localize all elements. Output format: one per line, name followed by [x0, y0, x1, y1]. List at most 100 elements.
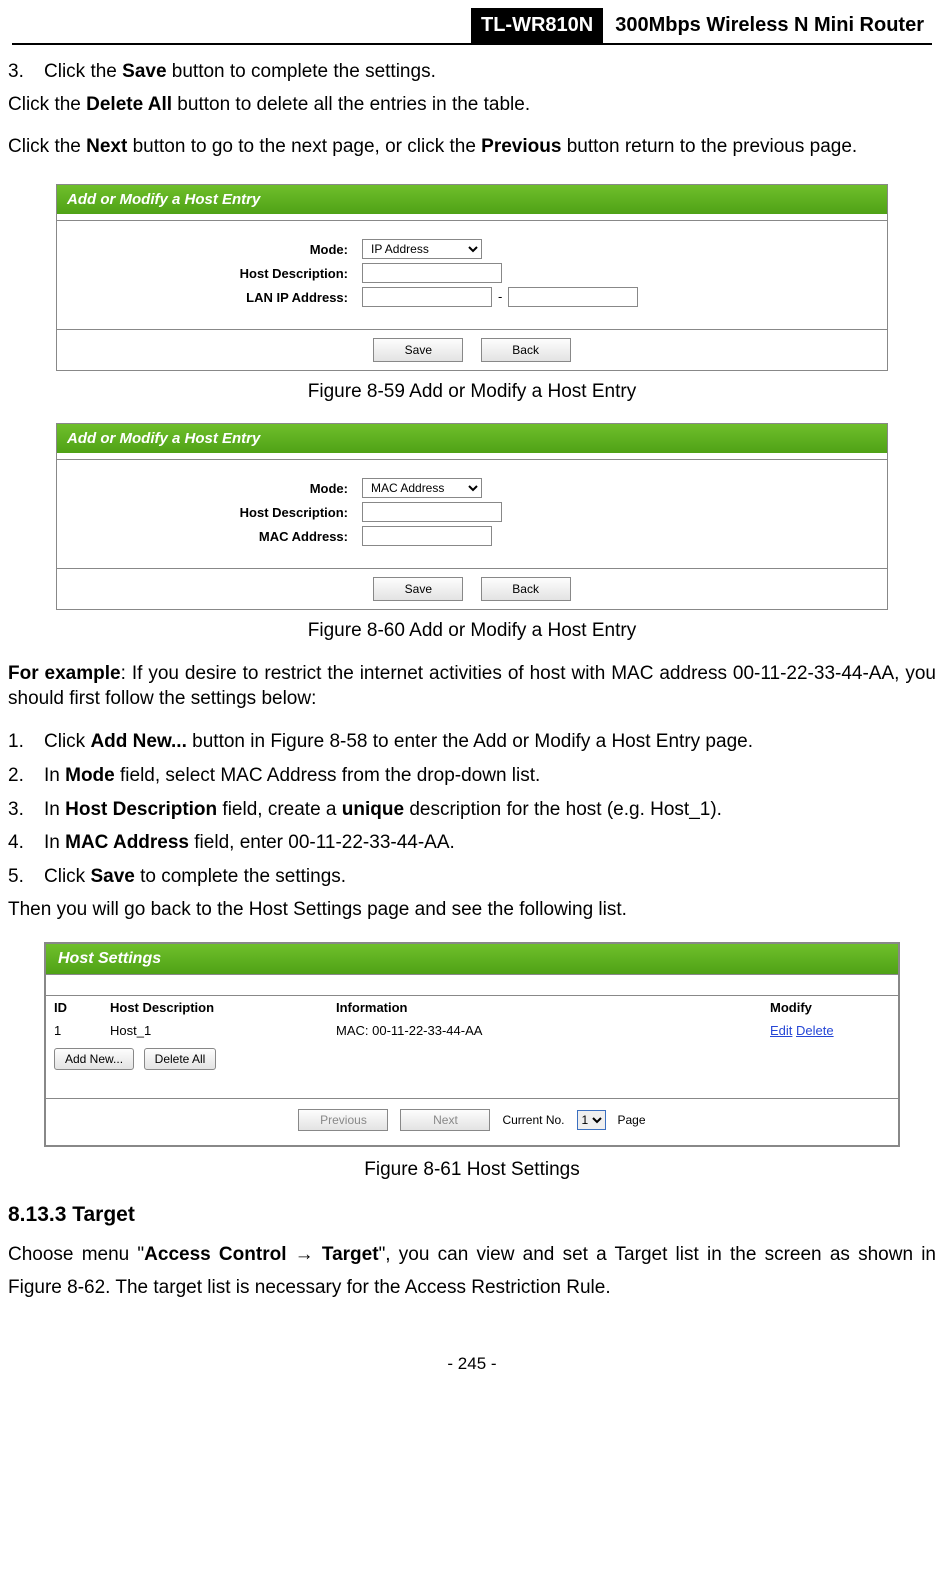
host-description-label: Host Description — [65, 799, 217, 820]
save-label: Save — [90, 866, 134, 887]
step-number: 2. — [8, 763, 44, 789]
host-table: ID Host Description Information Modify 1… — [46, 996, 898, 1042]
text: : If you desire to restrict the internet… — [8, 663, 936, 709]
page-select[interactable]: 1 — [577, 1110, 606, 1130]
delete-all-label: Delete All — [86, 94, 172, 115]
previous-button[interactable]: Previous — [298, 1109, 388, 1131]
current-no-label: Current No. — [502, 1113, 564, 1127]
text: field, create a — [217, 799, 342, 820]
text: Click the — [44, 61, 122, 82]
paragraph-next-previous: Click the Next button to go to the next … — [8, 135, 936, 160]
col-id: ID — [46, 996, 102, 1019]
text: Click — [44, 731, 90, 752]
next-button[interactable]: Next — [400, 1109, 490, 1131]
host-description-label: Host Description: — [57, 505, 362, 520]
figure-caption-861: Figure 8-61 Host Settings — [8, 1159, 936, 1181]
add-modify-host-panel-mac: Add or Modify a Host Entry Mode: MAC Add… — [56, 423, 888, 610]
next-label: Next — [86, 136, 127, 157]
host-description-input[interactable] — [362, 502, 502, 522]
add-new-button[interactable]: Add New... — [54, 1048, 134, 1070]
back-button[interactable]: Back — [481, 577, 571, 601]
col-information: Information — [328, 996, 762, 1019]
table-header-row: ID Host Description Information Modify — [46, 996, 898, 1019]
host-description-input[interactable] — [362, 263, 502, 283]
save-button[interactable]: Save — [373, 338, 463, 362]
text: to complete the settings. — [135, 866, 346, 887]
step-number: 1. — [8, 729, 44, 755]
paragraph-delete-all: Click the Delete All button to delete al… — [8, 93, 936, 118]
mode-label: Mode: — [57, 242, 362, 257]
text: In — [44, 832, 65, 853]
example-step-2: 2. In Mode field, select MAC Address fro… — [8, 763, 936, 789]
mode-select[interactable]: IP Address — [362, 239, 482, 259]
text: button to complete the settings. — [167, 61, 436, 82]
mode-label: Mode: — [57, 481, 362, 496]
text: button in Figure 8-58 to enter the Add o… — [187, 731, 753, 752]
save-label: Save — [122, 61, 166, 82]
table-row: 1 Host_1 MAC: 00-11-22-33-44-AA Edit Del… — [46, 1019, 898, 1042]
edit-link[interactable]: Edit — [770, 1023, 792, 1038]
for-example-lead: For example — [8, 663, 121, 684]
step-number: 4. — [8, 830, 44, 856]
page-header: TL-WR810N 300Mbps Wireless N Mini Router — [12, 8, 932, 45]
page-label: Page — [618, 1113, 646, 1127]
example-step-5: 5. Click Save to complete the settings. — [8, 864, 936, 890]
panel-title: Add or Modify a Host Entry — [57, 424, 887, 453]
text: Click the — [8, 136, 86, 157]
lan-ip-end-input[interactable] — [508, 287, 638, 307]
text: In — [44, 765, 65, 786]
lan-ip-label: LAN IP Address: — [57, 290, 362, 305]
cell-id: 1 — [46, 1019, 102, 1042]
back-button[interactable]: Back — [481, 338, 571, 362]
unique-label: unique — [342, 799, 404, 820]
text: Click — [44, 866, 90, 887]
panel-title: Host Settings — [46, 944, 898, 975]
paragraph-for-example: For example: If you desire to restrict t… — [8, 662, 936, 711]
figure-caption-860: Figure 8-60 Add or Modify a Host Entry — [8, 620, 936, 642]
mac-label: MAC Address: — [57, 529, 362, 544]
cell-description: Host_1 — [102, 1019, 328, 1042]
host-settings-panel: Host Settings ID Host Description Inform… — [44, 942, 900, 1147]
mode-select[interactable]: MAC Address — [362, 478, 482, 498]
lan-ip-start-input[interactable] — [362, 287, 492, 307]
access-control-label: Access Control — [144, 1244, 286, 1265]
text: Click the — [8, 94, 86, 115]
text: button return to the previous page. — [561, 136, 857, 157]
text: field, select MAC Address from the drop-… — [115, 765, 541, 786]
header-model: TL-WR810N — [471, 8, 603, 43]
col-modify: Modify — [762, 996, 898, 1019]
save-button[interactable]: Save — [373, 577, 463, 601]
target-label: Target — [322, 1244, 379, 1265]
delete-all-button[interactable]: Delete All — [144, 1048, 217, 1070]
delete-link[interactable]: Delete — [796, 1023, 834, 1038]
example-step-1: 1. Click Add New... button in Figure 8-5… — [8, 729, 936, 755]
pager: Previous Next Current No. 1 Page — [46, 1099, 898, 1145]
col-description: Host Description — [102, 996, 328, 1019]
header-description: 300Mbps Wireless N Mini Router — [607, 8, 932, 43]
add-new-label: Add New... — [90, 731, 186, 752]
paragraph-then: Then you will go back to the Host Settin… — [8, 898, 936, 923]
paragraph-target: Choose menu "Access Control → Target", y… — [8, 1239, 936, 1304]
text: Choose menu " — [8, 1244, 144, 1265]
range-dash: - — [498, 289, 502, 304]
mac-address-label: MAC Address — [65, 832, 189, 853]
page-number: - 245 - — [0, 1354, 944, 1374]
mac-address-input[interactable] — [362, 526, 492, 546]
mode-label: Mode — [65, 765, 115, 786]
text: button to delete all the entries in the … — [172, 94, 530, 115]
example-step-3: 3. In Host Description field, create a u… — [8, 797, 936, 823]
text: field, enter 00-11-22-33-44-AA. — [189, 832, 455, 853]
host-description-label: Host Description: — [57, 266, 362, 281]
cell-information: MAC: 00-11-22-33-44-AA — [328, 1019, 762, 1042]
step-number: 5. — [8, 864, 44, 890]
example-step-4: 4. In MAC Address field, enter 00-11-22-… — [8, 830, 936, 856]
text: button to go to the next page, or click … — [127, 136, 481, 157]
figure-caption-859: Figure 8-59 Add or Modify a Host Entry — [8, 381, 936, 403]
arrow: → — [286, 1244, 321, 1265]
add-modify-host-panel-ip: Add or Modify a Host Entry Mode: IP Addr… — [56, 184, 888, 371]
step-number: 3. — [8, 59, 44, 85]
text: In — [44, 799, 65, 820]
step-number: 3. — [8, 797, 44, 823]
section-heading-target: 8.13.3 Target — [8, 1203, 936, 1227]
step-3: 3. Click the Save button to complete the… — [8, 59, 936, 85]
